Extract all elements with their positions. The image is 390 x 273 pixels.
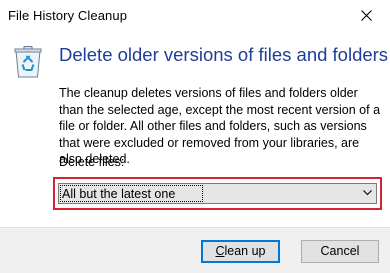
cancel-label: Cancel xyxy=(320,244,360,258)
title-bar[interactable]: File History Cleanup xyxy=(0,0,390,32)
clean-up-accelerator: C xyxy=(215,244,225,258)
chevron-down-icon xyxy=(363,190,372,196)
close-button[interactable] xyxy=(344,0,390,32)
delete-files-selected-value: All but the latest one xyxy=(62,187,176,201)
cancel-button[interactable]: Cancel xyxy=(301,240,379,263)
dialog-footer: Clean up Cancel xyxy=(0,227,390,273)
recycle-bin-icon xyxy=(13,45,43,79)
window-title: File History Cleanup xyxy=(8,8,128,23)
delete-files-select[interactable]: All but the latest one xyxy=(58,183,377,204)
file-history-cleanup-dialog: File History Cleanup Delete older versio… xyxy=(0,0,390,273)
clean-up-label: lean up xyxy=(224,244,266,258)
delete-files-label: Delete files: xyxy=(59,155,125,169)
clean-up-button[interactable]: Clean up xyxy=(201,240,280,263)
dialog-heading: Delete older versions of files and folde… xyxy=(59,44,389,65)
close-icon xyxy=(361,10,372,21)
